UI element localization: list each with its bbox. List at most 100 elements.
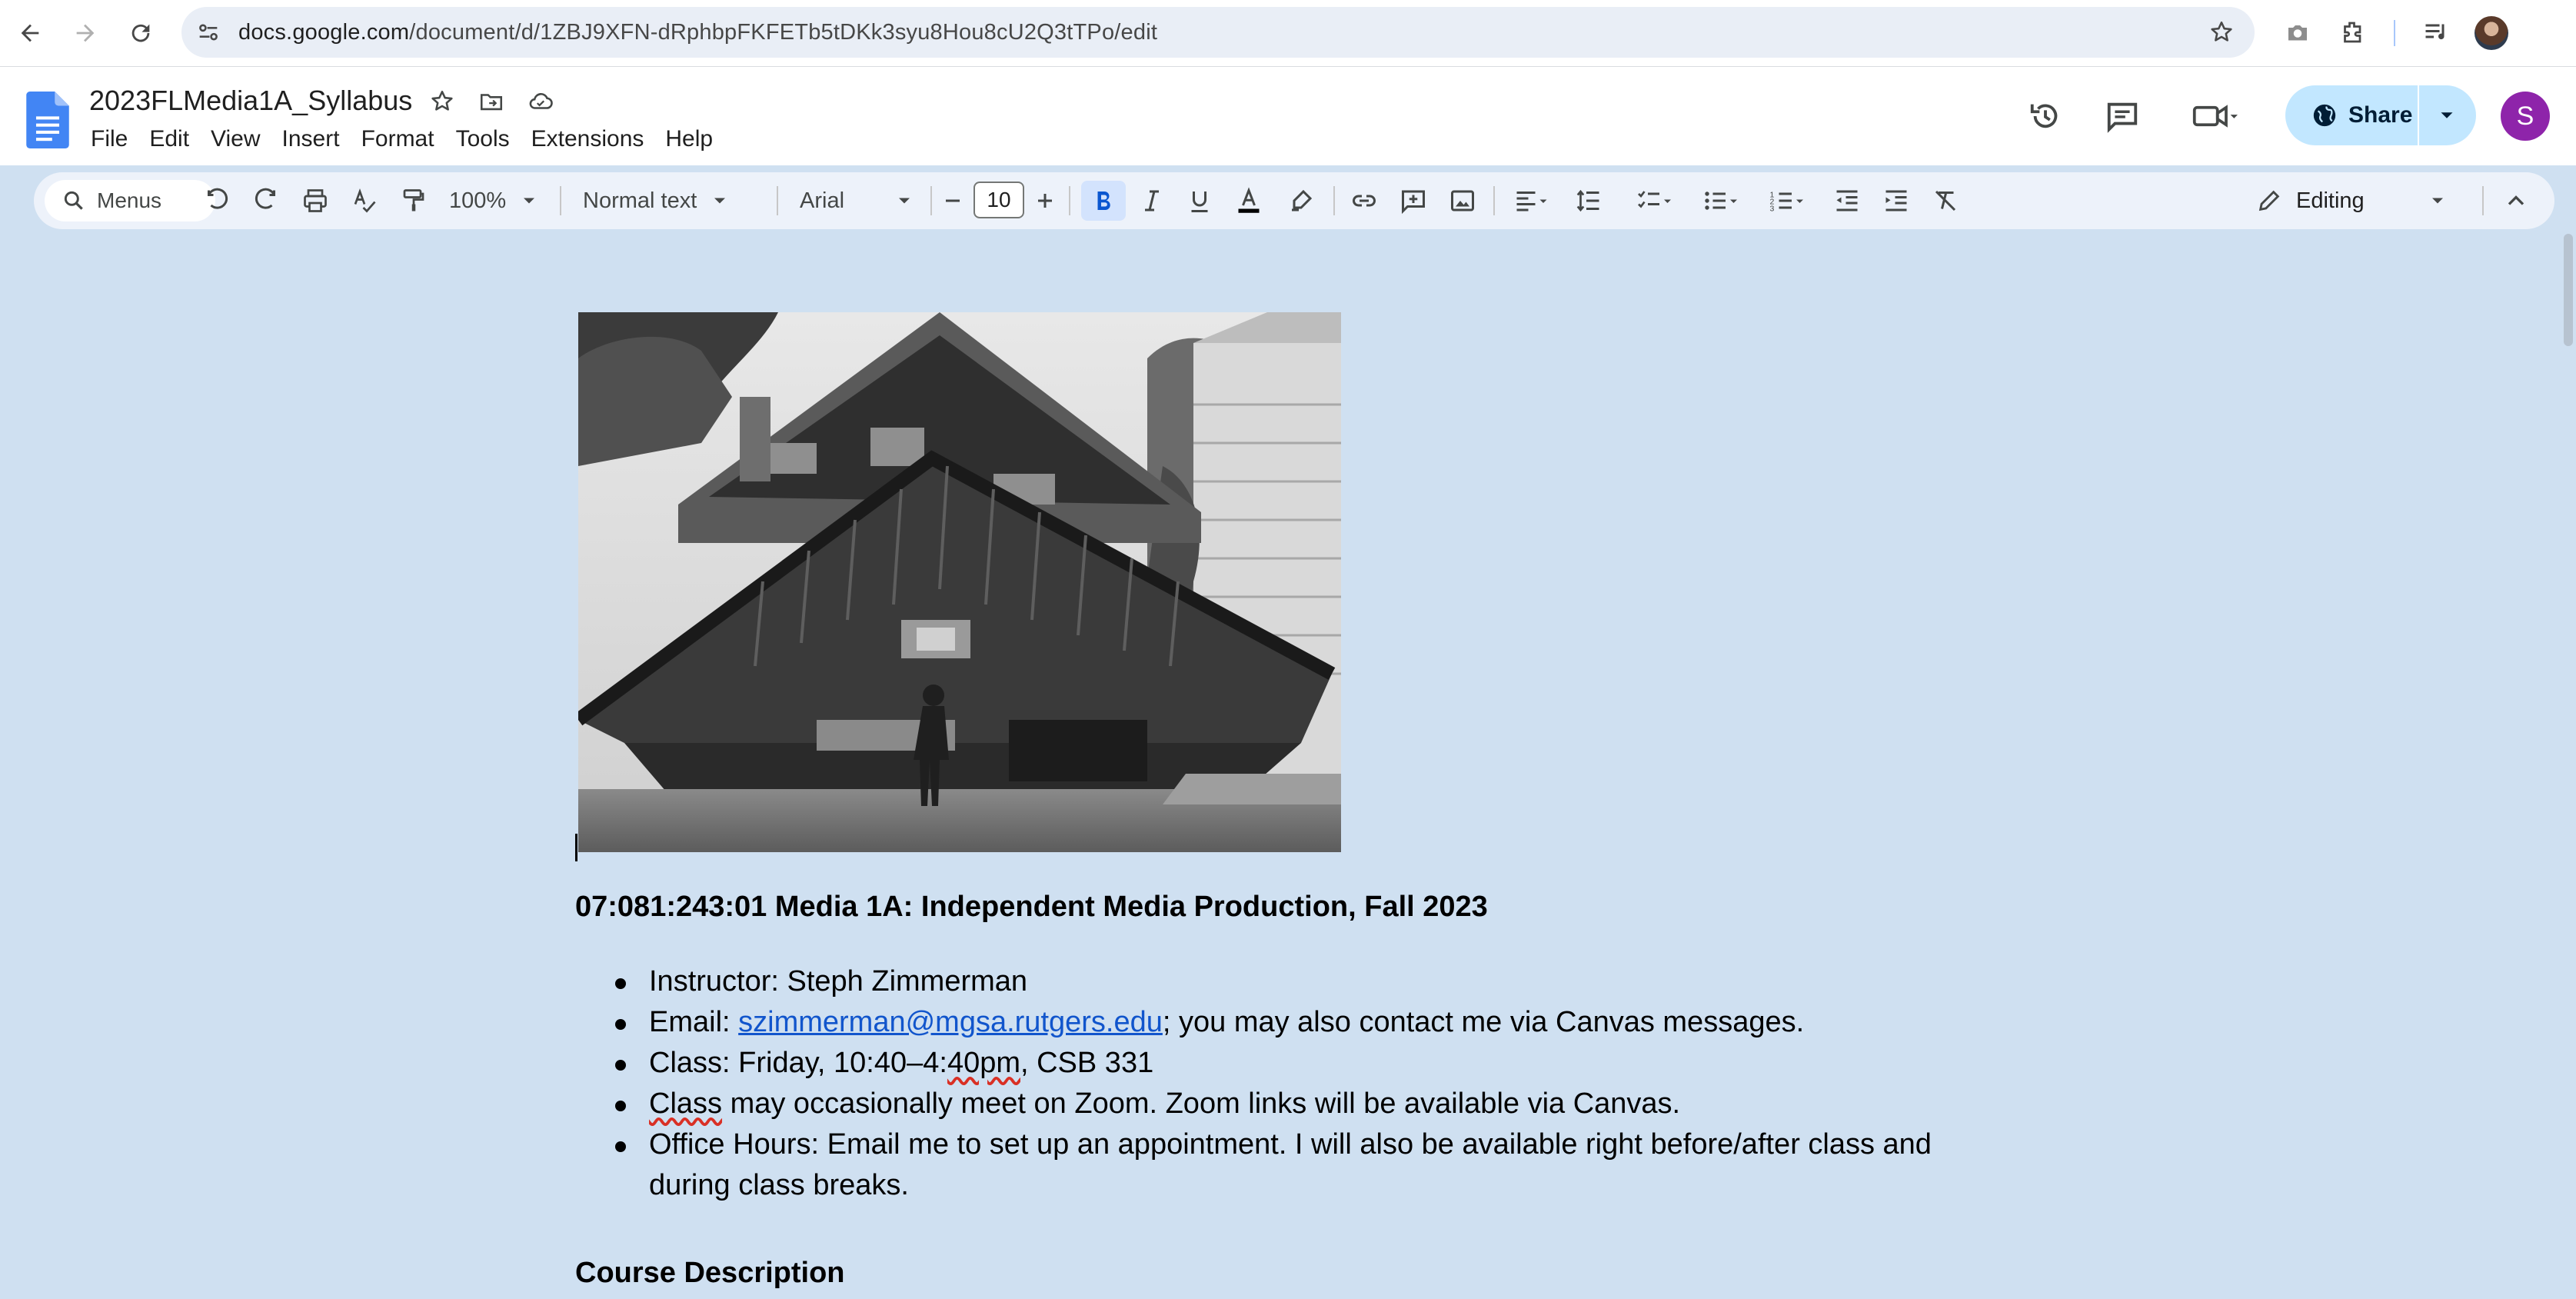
class-prefix: Class: Friday, 10:40–4: (649, 1047, 947, 1079)
align-left-icon[interactable] (1503, 181, 1561, 221)
move-folder-icon[interactable] (477, 87, 506, 116)
undo-icon[interactable] (195, 181, 238, 221)
zoom-suffix: may occasionally meet on Zoom. Zoom link… (722, 1087, 1681, 1120)
decrease-indent-icon[interactable] (1825, 181, 1869, 221)
formatting-toolbar: Menus 100% Normal text Arial 10 1 2 3 Ed… (34, 172, 2554, 229)
toolbar-separator (930, 186, 932, 215)
text-cursor (575, 834, 577, 861)
menu-extensions[interactable]: Extensions (521, 122, 655, 156)
email-link[interactable]: szimmerman@mgsa.rutgers.edu (738, 1006, 1163, 1038)
email-suffix: ; you may also contact me via Canvas mes… (1162, 1006, 1805, 1038)
insert-image-icon[interactable] (1441, 181, 1484, 221)
highlight-color-icon[interactable] (1280, 181, 1323, 221)
scrollbar-thumb[interactable] (2564, 234, 2573, 346)
meet-video-icon[interactable] (2184, 93, 2245, 139)
share-main-button[interactable]: Share (2285, 85, 2418, 145)
menu-file[interactable]: File (80, 122, 138, 156)
upside-down-house-photo (578, 312, 1341, 852)
font-caret-icon (899, 198, 910, 204)
forward-icon[interactable] (66, 14, 105, 52)
list-item-instructor[interactable]: Instructor: Steph Zimmerman (607, 961, 1976, 1002)
google-docs-logo-icon[interactable] (26, 92, 69, 148)
search-icon (64, 191, 83, 210)
print-icon[interactable] (294, 181, 337, 221)
camera-extension-icon[interactable] (2282, 17, 2313, 48)
paragraph-style-select[interactable]: Normal text (572, 181, 783, 221)
list-item-zoom[interactable]: Class may occasionally meet on Zoom. Zoo… (607, 1084, 1976, 1124)
media-controls-icon[interactable] (2421, 17, 2451, 48)
font-family-select[interactable]: Arial (789, 181, 954, 221)
add-comment-icon[interactable] (1392, 181, 1435, 221)
extensions-puzzle-icon[interactable] (2338, 17, 2368, 48)
menu-tools[interactable]: Tools (445, 122, 521, 156)
editing-mode-select[interactable]: Editing (2256, 181, 2510, 221)
list-item-class-time[interactable]: Class: Friday, 10:40–4:40pm, CSB 331 (607, 1043, 1976, 1084)
menus-search[interactable]: Menus (45, 180, 215, 221)
text-color-icon[interactable] (1226, 181, 1272, 221)
toolbar-divider (2394, 20, 2395, 46)
share-options-dropdown[interactable] (2419, 85, 2474, 145)
paint-format-icon[interactable] (392, 181, 435, 221)
italic-icon[interactable] (1130, 181, 1173, 221)
url-text[interactable]: docs.google.com/document/d/1ZBJ9XFN-dRph… (238, 7, 1157, 58)
reload-icon[interactable] (121, 14, 160, 52)
insert-link-icon[interactable] (1343, 181, 1386, 221)
increase-font-size-icon[interactable] (1027, 181, 1063, 221)
share-button[interactable]: Share (2285, 85, 2476, 145)
document-canvas[interactable]: 07:081:243:01 Media 1A: Independent Medi… (0, 231, 2576, 1299)
list-item-office-hours[interactable]: Office Hours: Email me to set up an appo… (607, 1124, 1976, 1206)
bold-icon[interactable] (1081, 181, 1126, 221)
underline-icon[interactable] (1178, 181, 1221, 221)
comments-icon[interactable] (2099, 93, 2145, 139)
toolbar-separator (777, 186, 778, 215)
hide-menus-chevron-icon[interactable] (2494, 181, 2538, 221)
menu-help[interactable]: Help (654, 122, 724, 156)
pencil-icon (2258, 190, 2280, 212)
menu-insert[interactable]: Insert (271, 122, 351, 156)
zoom-select[interactable]: 100% (441, 181, 564, 221)
numbered-list-icon[interactable]: 123 (1756, 181, 1818, 221)
spelling-flag[interactable]: 40pm (947, 1047, 1020, 1079)
font-family-value: Arial (800, 188, 845, 213)
checklist-icon[interactable] (1624, 181, 1686, 221)
editing-mode-label: Editing (2296, 188, 2365, 213)
menus-search-label: Menus (97, 188, 162, 212)
list-item-email[interactable]: Email: szimmerman@mgsa.rutgers.edu; you … (607, 1002, 1976, 1043)
redo-icon[interactable] (245, 181, 288, 221)
grammar-flag[interactable]: Class (649, 1087, 722, 1120)
toolbar-separator (2482, 186, 2484, 215)
mode-caret-icon (2432, 198, 2443, 204)
back-icon[interactable] (11, 14, 49, 52)
bookmark-star-icon[interactable] (2208, 19, 2235, 45)
menu-view[interactable]: View (200, 122, 271, 156)
menu-edit[interactable]: Edit (138, 122, 200, 156)
zoom-caret-icon (524, 198, 535, 204)
cloud-saved-icon[interactable] (526, 87, 555, 116)
decrease-font-size-icon[interactable] (935, 181, 970, 221)
browser-toolbar: docs.google.com/document/d/1ZBJ9XFN-dRph… (0, 0, 2576, 67)
section-heading-course-description[interactable]: Course Description (575, 1254, 845, 1292)
email-prefix: Email: (649, 1006, 739, 1038)
course-info-list: Instructor: Steph Zimmerman Email: szimm… (607, 961, 1976, 1206)
course-heading[interactable]: 07:081:243:01 Media 1A: Independent Medi… (575, 886, 1488, 928)
docs-header: 2023FLMedia1A_Syllabus File Edit View In… (0, 67, 2576, 165)
browser-profile-avatar[interactable] (2474, 16, 2508, 50)
clear-formatting-icon[interactable] (1924, 181, 1967, 221)
bulleted-list-icon[interactable] (1690, 181, 1752, 221)
header-photo[interactable] (578, 312, 1341, 852)
address-bar[interactable]: docs.google.com/document/d/1ZBJ9XFN-dRph… (181, 7, 2255, 58)
star-icon[interactable] (428, 87, 457, 116)
account-avatar[interactable]: S (2501, 92, 2550, 141)
font-size-input[interactable]: 10 (973, 182, 1024, 218)
document-title[interactable]: 2023FLMedia1A_Syllabus (89, 84, 412, 118)
line-spacing-icon[interactable] (1567, 181, 1610, 221)
site-settings-icon[interactable] (195, 19, 221, 45)
menu-format[interactable]: Format (351, 122, 445, 156)
toolbar-separator (1333, 186, 1335, 215)
spellcheck-icon[interactable] (343, 181, 386, 221)
paragraph-style-value: Normal text (583, 188, 697, 213)
version-history-icon[interactable] (2022, 93, 2068, 139)
increase-indent-icon[interactable] (1875, 181, 1918, 221)
toolbar-separator (1069, 186, 1070, 215)
share-label: Share (2348, 102, 2413, 128)
